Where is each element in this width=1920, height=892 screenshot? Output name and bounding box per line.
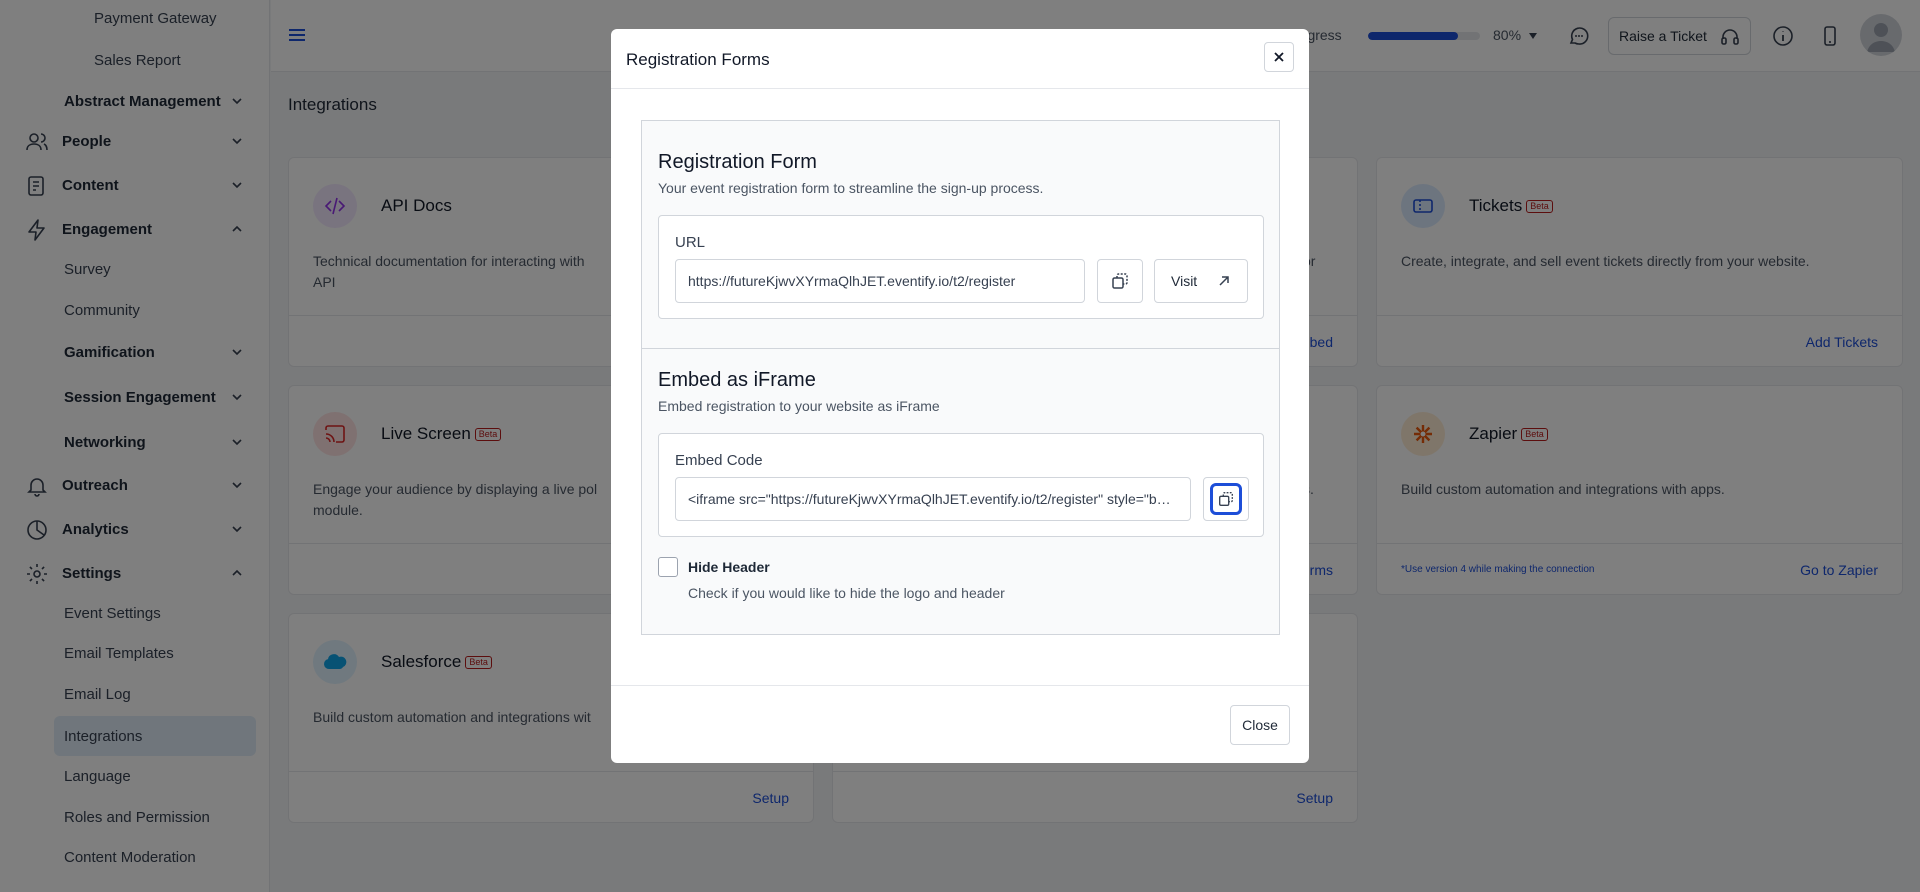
hide-header-help: Check if you would like to hide the logo… xyxy=(688,585,1005,601)
external-link-icon xyxy=(1219,276,1229,286)
hide-header-checkbox[interactable] xyxy=(658,557,678,577)
close-icon xyxy=(1274,52,1284,62)
close-icon-button[interactable] xyxy=(1264,42,1294,72)
copy-embed-code-button[interactable] xyxy=(1203,477,1249,521)
visit-label: Visit xyxy=(1171,273,1198,289)
embed-code-panel: Embed Code <iframe src="https://futureKj… xyxy=(658,433,1264,537)
section-title: Embed as iFrame xyxy=(658,369,816,391)
registration-forms-modal: Registration Forms Registration Form You… xyxy=(611,29,1309,763)
registration-form-section: Registration Form Your event registratio… xyxy=(641,120,1280,349)
url-label: URL xyxy=(675,234,706,251)
copy-icon xyxy=(1219,492,1233,506)
copy-url-button[interactable] xyxy=(1097,259,1143,303)
modal-header: Registration Forms xyxy=(611,29,1309,89)
section-subtitle: Your event registration form to streamli… xyxy=(658,180,1044,196)
modal-title: Registration Forms xyxy=(626,50,770,69)
focus-ring xyxy=(1210,483,1242,515)
embed-code-label: Embed Code xyxy=(675,452,763,469)
hide-header-label: Hide Header xyxy=(688,559,770,575)
copy-icon xyxy=(1112,273,1128,289)
section-subtitle: Embed registration to your website as iF… xyxy=(658,398,940,414)
visit-button[interactable]: Visit xyxy=(1154,259,1248,303)
close-button[interactable]: Close xyxy=(1230,705,1290,745)
embed-iframe-section: Embed as iFrame Embed registration to yo… xyxy=(641,348,1280,635)
close-label: Close xyxy=(1242,717,1278,733)
url-panel: URL https://futureKjwvXYrmaQlhJET.eventi… xyxy=(658,215,1264,319)
section-title: Registration Form xyxy=(658,151,817,173)
embed-code-field[interactable]: <iframe src="https://futureKjwvXYrmaQlhJ… xyxy=(675,477,1191,521)
modal-footer: Close xyxy=(611,685,1309,763)
url-field[interactable]: https://futureKjwvXYrmaQlhJET.eventify.i… xyxy=(675,259,1085,303)
